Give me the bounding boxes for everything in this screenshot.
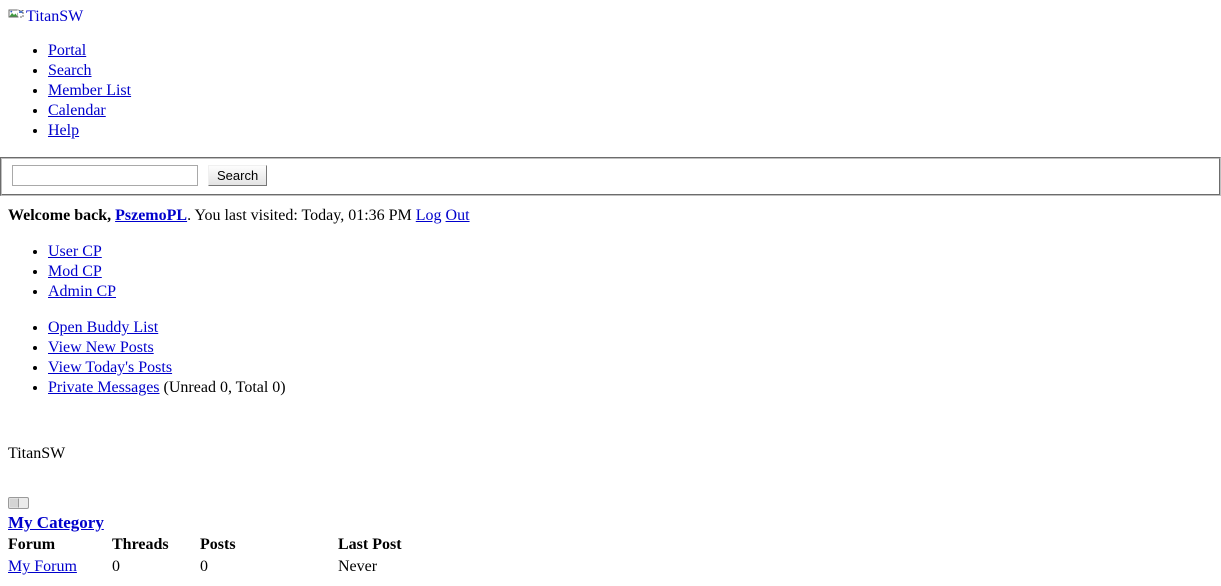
quick-item-private-messages[interactable]: Private Messages (Unread 0, Total 0): [48, 378, 1213, 398]
column-header-forum: Forum: [8, 536, 56, 553]
search-button[interactable]: Search: [208, 165, 268, 186]
cp-link-user-cp[interactable]: User CP: [48, 243, 102, 260]
cp-link-mod-cp[interactable]: Mod CP: [48, 263, 102, 280]
nav-link-search[interactable]: Search: [48, 62, 92, 79]
last-visited-text: . You last visited: Today, 01:36 PM: [187, 207, 412, 224]
cell-last-post: Never: [338, 558, 378, 575]
site-logo-link[interactable]: TitanSW: [8, 8, 1213, 25]
quick-link-private-messages[interactable]: Private Messages: [48, 379, 160, 396]
column-header-last-post: Last Post: [338, 536, 402, 553]
forum-table-header-row: Forum Threads Posts Last Post: [8, 534, 538, 556]
nav-link-member-list[interactable]: Member List: [48, 82, 131, 99]
logout-link-part2[interactable]: Out: [446, 207, 470, 224]
quick-link-view-new-posts[interactable]: View New Posts: [48, 339, 154, 356]
quick-link-view-todays-posts[interactable]: View Today's Posts: [48, 359, 172, 376]
welcome-greeting: Welcome back,: [8, 207, 112, 224]
nav-item-search[interactable]: Search: [48, 61, 1213, 81]
nav-link-calendar[interactable]: Calendar: [48, 102, 106, 119]
forum-link[interactable]: My Forum: [8, 558, 77, 575]
private-messages-count: (Unread 0, Total 0): [159, 379, 286, 396]
quick-link-open-buddy-list[interactable]: Open Buddy List: [48, 319, 158, 336]
cell-threads-count: 0: [112, 558, 120, 575]
collapse-toggle-icon[interactable]: [8, 496, 30, 510]
column-header-posts: Posts: [200, 536, 236, 553]
category-link[interactable]: My Category: [8, 513, 104, 532]
cell-posts-count: 0: [200, 558, 208, 575]
site-logo-alt-text[interactable]: TitanSW: [26, 8, 83, 25]
nav-item-member-list[interactable]: Member List: [48, 81, 1213, 101]
page-root: TitanSW Portal Search Member List Calend…: [0, 0, 1221, 586]
quick-item-view-todays-posts[interactable]: View Today's Posts: [48, 358, 1213, 378]
welcome-bar: Welcome back, PszemoPL. You last visited…: [8, 206, 1213, 226]
search-box: Search: [0, 157, 1221, 196]
control-panel-list: User CP Mod CP Admin CP: [8, 242, 1213, 302]
nav-link-help[interactable]: Help: [48, 122, 79, 139]
category-title: My Category: [8, 512, 1213, 534]
cell-forum-name: My Forum: [8, 556, 112, 578]
logout-link-part1[interactable]: Log: [416, 207, 442, 224]
cp-item-user-cp[interactable]: User CP: [48, 242, 1213, 262]
nav-item-calendar[interactable]: Calendar: [48, 101, 1213, 121]
table-row: My Forum 0 0 Never: [8, 556, 538, 578]
cp-item-mod-cp[interactable]: Mod CP: [48, 262, 1213, 282]
category-toggle-button[interactable]: [8, 496, 1213, 510]
breadcrumb: TitanSW: [8, 445, 66, 462]
forum-table-head: Forum Threads Posts Last Post: [8, 534, 538, 556]
broken-image-icon: [8, 8, 25, 25]
nav-item-help[interactable]: Help: [48, 121, 1213, 141]
nav-link-portal[interactable]: Portal: [48, 42, 86, 59]
quick-item-view-new-posts[interactable]: View New Posts: [48, 338, 1213, 358]
main-nav-list: Portal Search Member List Calendar Help: [8, 41, 1213, 141]
quick-item-open-buddy-list[interactable]: Open Buddy List: [48, 318, 1213, 338]
search-input[interactable]: [12, 165, 198, 186]
forum-table: Forum Threads Posts Last Post My Forum 0…: [8, 534, 538, 578]
cp-link-admin-cp[interactable]: Admin CP: [48, 283, 116, 300]
nav-item-portal[interactable]: Portal: [48, 41, 1213, 61]
cp-item-admin-cp[interactable]: Admin CP: [48, 282, 1213, 302]
forum-table-body: My Forum 0 0 Never: [8, 556, 538, 578]
quick-links-list: Open Buddy List View New Posts View Toda…: [8, 318, 1213, 398]
username-link[interactable]: PszemoPL: [115, 207, 187, 224]
column-header-threads: Threads: [112, 536, 169, 553]
